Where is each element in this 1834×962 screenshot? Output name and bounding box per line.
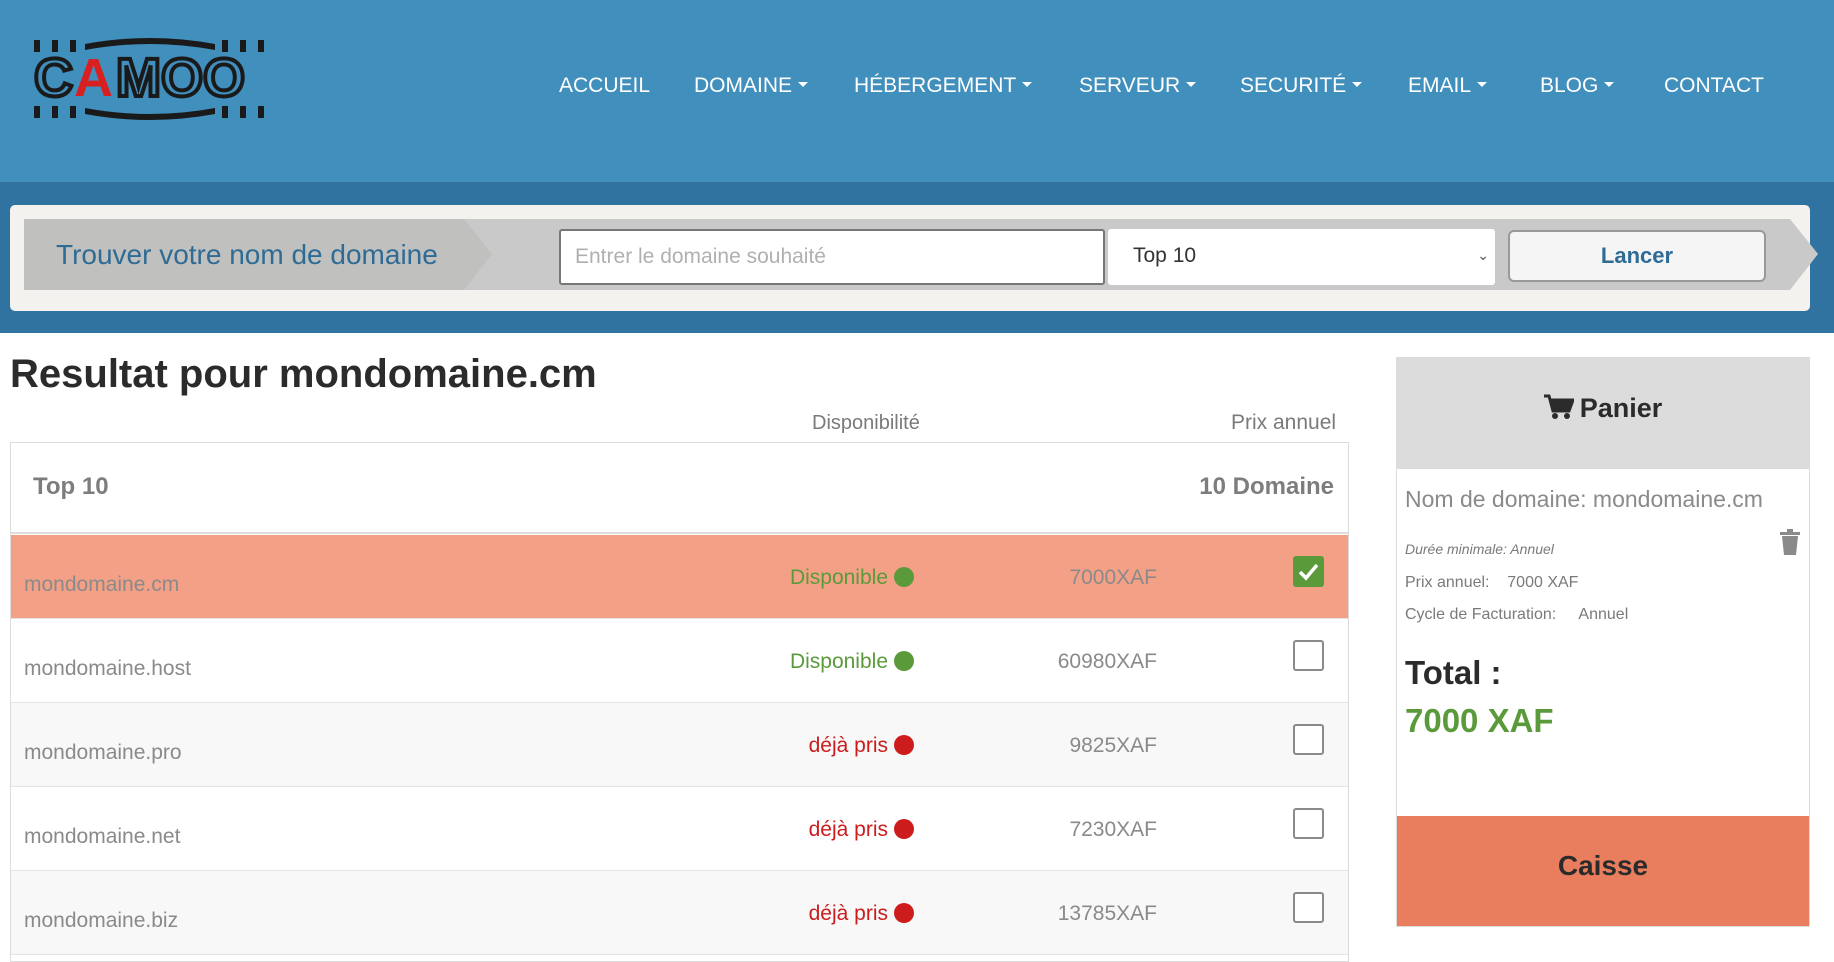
caret-down-icon	[1022, 82, 1033, 88]
domain-name: mondomaine.biz	[24, 909, 179, 932]
cart-total-value: 7000 XAF	[1405, 702, 1554, 739]
status-badge: déjà pris	[809, 818, 914, 842]
status-badge: déjà pris	[809, 734, 914, 758]
nav-accueil[interactable]: ACCUEIL	[559, 74, 650, 98]
caret-down-icon	[1477, 82, 1488, 88]
nav-blog[interactable]: BLOG	[1540, 74, 1615, 98]
select-checkbox[interactable]	[1293, 808, 1324, 839]
cart-price-line: Prix annuel: 7000 XAF	[1405, 574, 1579, 591]
domain-name: mondomaine.net	[24, 825, 181, 848]
domain-price: 13785XAF	[1057, 902, 1157, 925]
site-header: C A MOO ACCUEIL DOMAINE HÉBERGEMENT SERV…	[0, 0, 1834, 182]
results-table: Top 10 10 Domaine mondomaine.cm Disponib…	[10, 442, 1349, 962]
results-group-header: Top 10 10 Domaine	[11, 443, 1348, 534]
arrow-shape	[464, 219, 492, 290]
caret-down-icon	[1352, 82, 1363, 88]
search-track: Trouver votre nom de domaine Top 10 ⌄ La…	[24, 219, 1818, 290]
domain-price: 7000XAF	[1069, 566, 1157, 589]
extension-select-value: Top 10	[1133, 244, 1197, 267]
table-row[interactable]: mondomaine.cm Disponible 7000XAF	[11, 535, 1348, 619]
caret-down-icon	[798, 82, 809, 88]
nav-hebergement[interactable]: HÉBERGEMENT	[854, 74, 1033, 98]
arrow-shape	[1790, 219, 1818, 290]
domain-search-input[interactable]	[559, 229, 1105, 285]
status-badge: Disponible	[790, 566, 914, 590]
column-header-price: Prix annuel	[1231, 411, 1337, 434]
extension-select[interactable]: Top 10 ⌄	[1108, 229, 1495, 285]
table-row[interactable]: mondomaine.pro déjà pris 9825XAF	[11, 703, 1348, 787]
status-badge: déjà pris	[809, 902, 914, 926]
nav-serveur[interactable]: SERVEUR	[1079, 74, 1197, 98]
group-count: 10 Domaine	[1199, 473, 1334, 500]
table-row[interactable]: mondomaine.net déjà pris 7230XAF	[11, 787, 1348, 871]
checkout-button[interactable]: Caisse	[1397, 816, 1809, 926]
cart-panel: Panier Nom de domaine: mondomaine.cm Dur…	[1396, 357, 1810, 927]
domain-price: 60980XAF	[1057, 650, 1157, 673]
cart-min-duration: Durée minimale: Annuel	[1405, 541, 1554, 557]
domain-price: 7230XAF	[1069, 818, 1157, 841]
cart-header: Panier	[1397, 358, 1809, 469]
search-label: Trouver votre nom de domaine	[56, 239, 438, 270]
checkmark-icon	[1298, 563, 1319, 581]
status-dot-icon	[894, 567, 914, 587]
status-dot-icon	[894, 819, 914, 839]
status-dot-icon	[894, 735, 914, 755]
select-checkbox[interactable]	[1293, 556, 1324, 587]
launch-search-button[interactable]: Lancer	[1508, 230, 1766, 282]
nav-securite[interactable]: SECURITÉ	[1240, 74, 1363, 98]
domain-search-band: Trouver votre nom de domaine Top 10 ⌄ La…	[0, 182, 1834, 333]
main-nav: ACCUEIL DOMAINE HÉBERGEMENT SERVEUR SECU…	[0, 70, 1834, 110]
column-header-availability: Disponibilité	[812, 412, 920, 434]
cart-domain-line: Nom de domaine: mondomaine.cm	[1405, 486, 1763, 512]
cart-cycle-line: Cycle de Facturation: Annuel	[1405, 606, 1629, 623]
trash-icon[interactable]	[1779, 529, 1801, 560]
select-checkbox[interactable]	[1293, 640, 1324, 671]
status-dot-icon	[894, 903, 914, 923]
domain-name: mondomaine.host	[24, 657, 191, 680]
shopping-cart-icon	[1543, 394, 1575, 419]
cart-total-label: Total :	[1405, 654, 1502, 691]
select-checkbox[interactable]	[1293, 724, 1324, 755]
status-dot-icon	[894, 651, 914, 671]
nav-domaine[interactable]: DOMAINE	[694, 74, 809, 98]
caret-down-icon	[1186, 82, 1197, 88]
chevron-down-icon: ⌄	[1477, 247, 1489, 263]
select-checkbox[interactable]	[1293, 892, 1324, 923]
domain-name: mondomaine.pro	[24, 741, 182, 764]
nav-contact[interactable]: CONTACT	[1664, 74, 1764, 98]
nav-email[interactable]: EMAIL	[1408, 74, 1488, 98]
domain-name: mondomaine.cm	[24, 573, 180, 596]
domain-price: 9825XAF	[1069, 734, 1157, 757]
caret-down-icon	[1604, 82, 1615, 88]
results-title: Resultat pour mondomaine.cm	[10, 352, 597, 396]
status-badge: Disponible	[790, 650, 914, 674]
group-label: Top 10	[33, 473, 109, 500]
table-row[interactable]: mondomaine.host Disponible 60980XAF	[11, 619, 1348, 703]
domain-search-panel: Trouver votre nom de domaine Top 10 ⌄ La…	[10, 205, 1818, 311]
cart-title: Panier	[1397, 393, 1809, 424]
table-row[interactable]: mondomaine.biz déjà pris 13785XAF	[11, 871, 1348, 955]
